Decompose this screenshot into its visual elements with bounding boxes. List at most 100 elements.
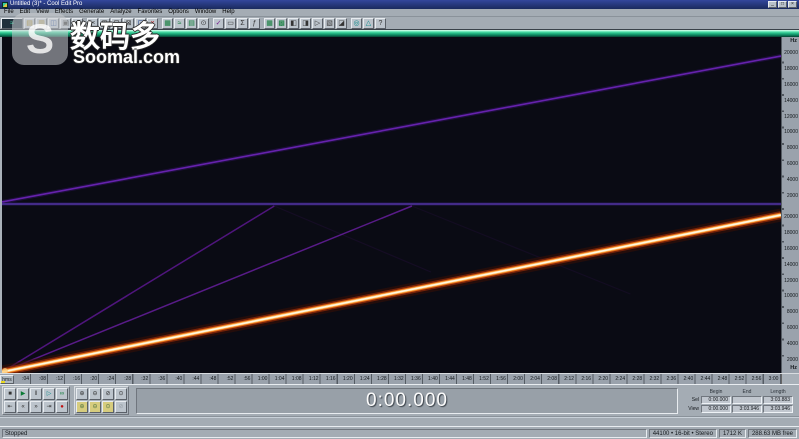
- menu-item[interactable]: Window: [193, 9, 218, 16]
- begin-value[interactable]: 0:00.000: [701, 396, 731, 404]
- undo-button[interactable]: ↶: [72, 18, 83, 29]
- frequency-analysis-button[interactable]: ƒ: [249, 18, 260, 29]
- cut-button[interactable]: ✂: [87, 18, 98, 29]
- selection-row-label: Sel: [685, 397, 700, 403]
- trim-button[interactable]: ⊡: [135, 18, 146, 29]
- time-tick-label: :52: [218, 374, 235, 384]
- open-append-button[interactable]: ▥: [36, 18, 47, 29]
- zoom-to-selection-button[interactable]: ⊙: [115, 388, 127, 400]
- timeline-ruler[interactable]: hms :04:08:12:16:20:24:28:32:36:40:44:48…: [0, 373, 799, 384]
- end-value[interactable]: [732, 396, 762, 404]
- frequency-tick-label: 8000: [784, 146, 798, 151]
- zoom-selection-vertical-button[interactable]: ⊙: [102, 401, 114, 413]
- transport-controls: ■▶‖▷∞ ⇤«»⇥●: [2, 386, 70, 415]
- spectral-display[interactable]: [2, 37, 781, 373]
- play-button[interactable]: ▶: [17, 388, 29, 400]
- frequency-tick-label: 6000: [784, 162, 798, 167]
- horizontal-zoom-navigator-bar[interactable]: [0, 29, 799, 37]
- time-tick-label: :12: [48, 374, 65, 384]
- record-button[interactable]: ●: [56, 401, 68, 413]
- begin-value[interactable]: 0:00.000: [701, 405, 731, 413]
- menu-item[interactable]: Options: [166, 9, 191, 16]
- delete-selection-button[interactable]: ×: [147, 18, 158, 29]
- waveform-view-button[interactable]: ≈: [174, 18, 185, 29]
- frequency-ruler[interactable]: Hz 2000018000160001400012000100008000600…: [781, 37, 799, 373]
- edit-multitrack-view-toggle-button[interactable]: ≈: [1, 18, 23, 29]
- length-value[interactable]: 3:03.946: [763, 405, 793, 413]
- stop-button[interactable]: ■: [4, 388, 16, 400]
- zoom-full-button[interactable]: ⊘: [102, 388, 114, 400]
- cool-edit-pro-window: Untitled (3)* - Cool Edit Pro _ □ × File…: [0, 0, 799, 439]
- lower-strip: [0, 416, 799, 426]
- save-file-button[interactable]: ◫: [48, 18, 59, 29]
- menu-item[interactable]: View: [34, 9, 51, 16]
- spectral-view-button[interactable]: ▦: [162, 18, 173, 29]
- toolbar-group-tools: ✓▭Σƒ: [213, 18, 260, 29]
- menu-item[interactable]: Analyze: [108, 9, 133, 16]
- time-tick-label: :36: [150, 374, 167, 384]
- open-file-button[interactable]: ▤: [24, 18, 35, 29]
- zoom-out-horizontal-button[interactable]: ⊖: [89, 388, 101, 400]
- play-list-window-button[interactable]: ▩: [276, 18, 287, 29]
- time-tick-label: 2:08: [542, 374, 559, 384]
- play-looped-button[interactable]: ∞: [56, 388, 68, 400]
- menu-item[interactable]: File: [2, 9, 16, 16]
- mix-paste-button[interactable]: ⊠: [123, 18, 134, 29]
- length-value[interactable]: 3:03.883: [763, 396, 793, 404]
- menu-item[interactable]: Generate: [77, 9, 106, 16]
- maximize-button[interactable]: □: [778, 1, 787, 8]
- menu-item[interactable]: Effects: [53, 9, 75, 16]
- frequency-tick-label: 2000: [784, 194, 798, 199]
- convert-sample-type-button[interactable]: ✓: [213, 18, 224, 29]
- pause-button[interactable]: ‖: [30, 388, 42, 400]
- rewind-button[interactable]: «: [17, 401, 29, 413]
- level-meter-button[interactable]: ◨: [300, 18, 311, 29]
- close-file-button[interactable]: ▣: [60, 18, 71, 29]
- close-button[interactable]: ×: [788, 1, 797, 8]
- frequency-tick-label: 12000: [784, 115, 798, 120]
- zoom-disabled-button[interactable]: ⊘: [115, 401, 127, 413]
- end-value[interactable]: 3:03.946: [732, 405, 762, 413]
- cue-list-button[interactable]: ▤: [186, 18, 197, 29]
- organizer-window-button[interactable]: ▧: [324, 18, 335, 29]
- paste-button[interactable]: ⊟: [111, 18, 122, 29]
- time-tick-label: :32: [133, 374, 150, 384]
- eject-cd-button[interactable]: △: [363, 18, 374, 29]
- time-tick-label: 1:24: [355, 374, 372, 384]
- statistics-button[interactable]: Σ: [237, 18, 248, 29]
- mixer-window-button[interactable]: ◧: [288, 18, 299, 29]
- play-to-end-button[interactable]: ▷: [43, 388, 55, 400]
- go-to-end-button[interactable]: ⇥: [43, 401, 55, 413]
- time-tick-label: 1:12: [304, 374, 321, 384]
- zoom-tool-button[interactable]: ⊙: [198, 18, 209, 29]
- time-tick-label: :24: [99, 374, 116, 384]
- status-cell: 288.63 MB free: [748, 429, 797, 438]
- transport-window-button[interactable]: ▷: [312, 18, 323, 29]
- selection-column-header: End: [732, 389, 762, 395]
- window-title: Untitled (3)* - Cool Edit Pro: [10, 0, 768, 9]
- time-tick-label: :20: [82, 374, 99, 384]
- go-to-beginning-button[interactable]: ⇤: [4, 401, 16, 413]
- menu-item[interactable]: Edit: [18, 9, 32, 16]
- help-button[interactable]: ?: [375, 18, 386, 29]
- zoom-out-vertical-button[interactable]: ⊖: [89, 401, 101, 413]
- time-tick-label: 2:28: [627, 374, 644, 384]
- batch-script-button[interactable]: ▭: [225, 18, 236, 29]
- properties-window-button[interactable]: ◪: [336, 18, 347, 29]
- time-tick-label: 2:52: [729, 374, 746, 384]
- copy-button[interactable]: ⊞: [99, 18, 110, 29]
- title-bar[interactable]: Untitled (3)* - Cool Edit Pro _ □ ×: [0, 0, 799, 9]
- time-tick-label: 1:56: [491, 374, 508, 384]
- menu-item[interactable]: Help: [220, 9, 236, 16]
- frequency-tick-label: 10000: [784, 130, 798, 135]
- zoom-in-vertical-button[interactable]: ⊕: [76, 401, 88, 413]
- zoom-in-horizontal-button[interactable]: ⊕: [76, 388, 88, 400]
- menu-item[interactable]: Favorites: [136, 9, 165, 16]
- toolbar-group-view: ▦≈▤⊙: [162, 18, 209, 29]
- fast-forward-button[interactable]: »: [30, 401, 42, 413]
- minimize-button[interactable]: _: [768, 1, 777, 8]
- cd-device-button[interactable]: ◎: [351, 18, 362, 29]
- time-tick-label: :56: [235, 374, 252, 384]
- time-tick-label: 2:16: [576, 374, 593, 384]
- cue-list-window-button[interactable]: ▦: [264, 18, 275, 29]
